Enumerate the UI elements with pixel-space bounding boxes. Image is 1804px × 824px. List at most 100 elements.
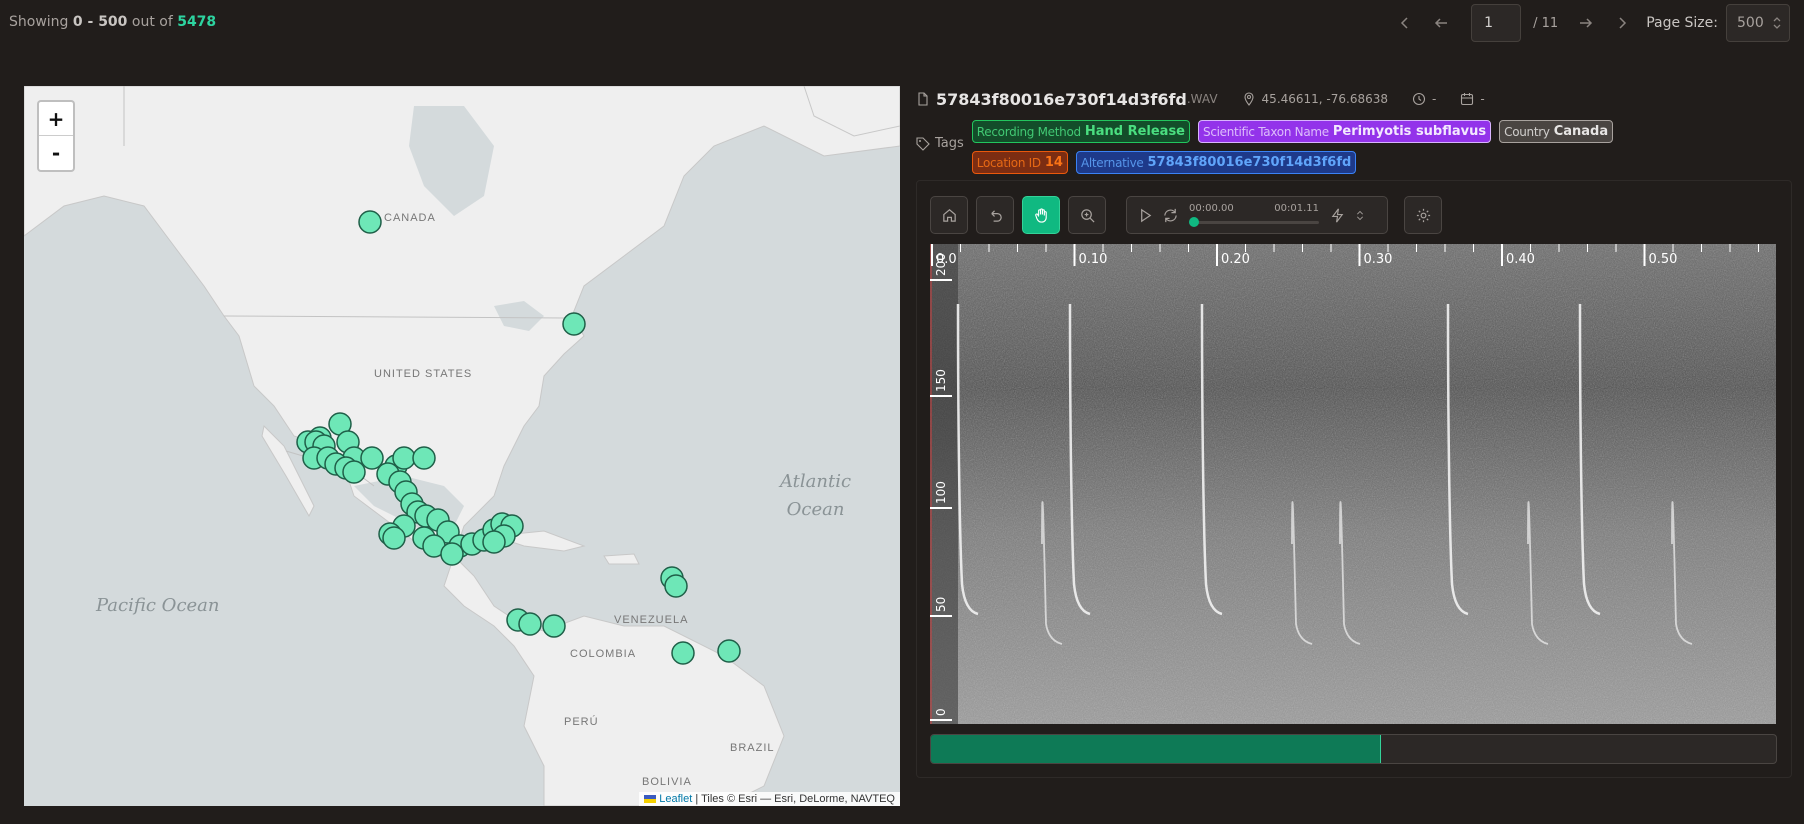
- spectrogram[interactable]: 0.0 0.10 0.20 0.30 0.40 0.50 200 150 100 50 0: [930, 244, 1776, 724]
- x-tick-label: 0.20: [1221, 252, 1250, 267]
- tag-country[interactable]: Country Canada: [1499, 120, 1614, 143]
- showing-label: Showing: [9, 14, 69, 30]
- recording-marker[interactable]: [717, 639, 741, 663]
- tags-row: Tags Recording Method Hand Release Scient…: [916, 120, 1712, 174]
- speed-chevrons-icon[interactable]: [1354, 207, 1366, 224]
- pagination-bar: Showing 0 - 500 out of 5478 / 11 Page Si…: [0, 0, 1804, 46]
- pan-button[interactable]: [1022, 196, 1060, 234]
- zoom-in-icon: [1080, 208, 1095, 223]
- tag-recording-method[interactable]: Recording Method Hand Release: [971, 120, 1190, 143]
- settings-button[interactable]: [1404, 196, 1442, 234]
- page-size-select[interactable]: 500: [1726, 4, 1790, 42]
- recording-marker[interactable]: [342, 460, 366, 484]
- lightning-icon[interactable]: [1329, 207, 1346, 224]
- gear-icon: [1416, 208, 1430, 222]
- duration: 00:01.11: [1274, 203, 1319, 214]
- select-chevrons-icon: [1773, 17, 1781, 29]
- page-size-label: Page Size:: [1646, 15, 1718, 31]
- tiles-attribution: | Tiles © Esri — Esri, DeLorme, NAVTEQ: [695, 793, 895, 805]
- x-tick-label: 0.30: [1364, 252, 1393, 267]
- recording-filename: 57843f80016e730f14d3f6fd: [936, 89, 1187, 109]
- tag-key: Country: [1504, 124, 1550, 139]
- clock-icon: [1412, 92, 1426, 106]
- spectrogram-canvas: 0.0 0.10 0.20 0.30 0.40 0.50 200150100500: [930, 244, 1776, 724]
- tag-value: Canada: [1553, 124, 1609, 139]
- pager-controls: / 11 Page Size: 500: [1387, 4, 1790, 42]
- hand-icon: [1034, 207, 1047, 223]
- chevron-left-icon[interactable]: [1387, 5, 1423, 41]
- chevron-right-icon[interactable]: [1604, 5, 1640, 41]
- home-button[interactable]: [930, 196, 968, 234]
- tag-value: Hand Release: [1084, 124, 1185, 139]
- recording-marker[interactable]: [671, 641, 695, 665]
- calendar-icon: [1461, 93, 1474, 106]
- load-progress-bar: [930, 734, 1777, 764]
- tag-key: Recording Method: [976, 124, 1081, 139]
- ukraine-flag-icon: [644, 795, 657, 804]
- page-number-input[interactable]: [1471, 4, 1522, 42]
- tags-label: Tags: [935, 136, 964, 151]
- map-attribution: Leaflet | Tiles © Esri — Esri, DeLorme, …: [639, 792, 900, 806]
- results-summary: Showing 0 - 500 out of 5478: [9, 14, 216, 30]
- out-of-label: out of: [131, 14, 173, 30]
- timeline-track: [1189, 221, 1319, 224]
- x-tick-label: 0.10: [1079, 252, 1108, 267]
- page-size-value: 500: [1737, 15, 1764, 31]
- zoom-button[interactable]: [1068, 196, 1106, 234]
- arrow-left-icon[interactable]: [1423, 5, 1459, 41]
- tag-key: Alternative: [1080, 155, 1144, 170]
- y-tick-label: 50: [934, 597, 948, 612]
- recording-marker[interactable]: [562, 312, 586, 336]
- recording-marker[interactable]: [518, 612, 542, 636]
- x-tick-label: 0.40: [1506, 252, 1535, 267]
- results-total: 5478: [177, 14, 217, 30]
- home-icon: [942, 208, 956, 222]
- location-pin-icon: [1243, 92, 1254, 106]
- y-tick-label: 150: [934, 369, 948, 392]
- tag-scientific-taxon[interactable]: Scientific Taxon Name Perimyotis subflavu…: [1198, 120, 1492, 143]
- recording-marker[interactable]: [482, 530, 506, 554]
- timeline-thumb[interactable]: [1189, 217, 1199, 227]
- load-progress-fill: [931, 735, 1382, 763]
- undo-button[interactable]: [976, 196, 1014, 234]
- file-icon: [918, 92, 928, 106]
- tag-alternative[interactable]: Alternative 57843f80016e730f14d3f6fd: [1075, 151, 1357, 174]
- recording-marker[interactable]: [412, 446, 436, 470]
- tag-key: Location ID: [976, 155, 1041, 170]
- arrow-right-icon[interactable]: [1568, 5, 1604, 41]
- recording-marker[interactable]: [664, 574, 688, 598]
- leaflet-link[interactable]: Leaflet: [659, 793, 692, 805]
- results-range: 0 - 500: [72, 14, 128, 30]
- y-tick-label: 200: [934, 253, 948, 276]
- tag-value: 57843f80016e730f14d3f6fd: [1147, 155, 1352, 170]
- spectrogram-toolbar: 00:00.00 00:01.11: [930, 196, 1450, 234]
- recording-marker[interactable]: [440, 542, 464, 566]
- recording-extension: .WAV: [1186, 92, 1218, 106]
- playback-controls: 00:00.00 00:01.11: [1126, 196, 1388, 234]
- loop-icon[interactable]: [1162, 207, 1179, 224]
- playback-timeline[interactable]: 00:00.00 00:01.11: [1189, 200, 1319, 230]
- recording-marker[interactable]: [358, 210, 382, 234]
- tag-icon: [916, 136, 930, 151]
- recording-date: -: [1480, 92, 1485, 106]
- recording-marker[interactable]: [542, 614, 566, 638]
- tag-location-id[interactable]: Location ID 14: [971, 151, 1068, 174]
- recording-header: 57843f80016e730f14d3f6fd .WAV 45.46611, -…: [916, 86, 1509, 112]
- tag-value: Perimyotis subflavus: [1332, 124, 1487, 139]
- recordings-map[interactable]: + - CANADA UNITED STATES VENEZUELA COLOM…: [24, 86, 900, 806]
- map-markers: [296, 210, 741, 665]
- y-tick-label: 0: [934, 708, 948, 716]
- tag-list: Recording Method Hand Release Scientific …: [971, 120, 1712, 174]
- recording-marker[interactable]: [382, 526, 406, 550]
- play-icon[interactable]: [1137, 207, 1154, 224]
- page-count: / 11: [1533, 15, 1559, 31]
- recording-coordinates: 45.46611, -76.68638: [1261, 92, 1389, 106]
- tag-key: Scientific Taxon Name: [1203, 124, 1329, 139]
- tag-value: 14: [1044, 155, 1063, 170]
- y-tick-label: 100: [934, 481, 948, 504]
- recording-time: -: [1432, 92, 1437, 106]
- current-time: 00:00.00: [1189, 203, 1234, 214]
- undo-icon: [990, 209, 1002, 222]
- tags-heading: Tags: [916, 136, 964, 151]
- x-tick-label: 0.50: [1649, 252, 1678, 267]
